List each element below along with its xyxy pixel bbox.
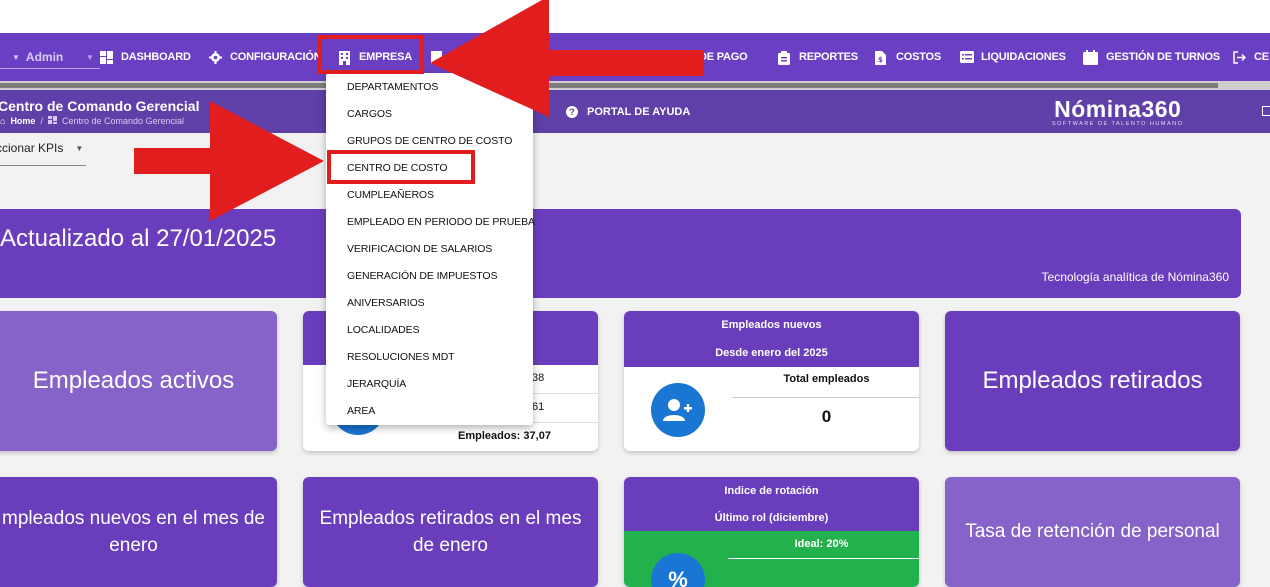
nav-dashboard-label: DASHBOARD: [121, 51, 191, 63]
card-partial-line3: Empleados: 37,07: [458, 430, 551, 442]
svg-text:$: $: [878, 56, 883, 64]
card-nuevos-mes-label: mpleados nuevos en el mes de enero: [2, 508, 265, 556]
card-empleados-retirados[interactable]: Empleados retirados: [945, 311, 1240, 451]
menu-item-cumpleaneros[interactable]: CUMPLEAÑEROS: [347, 189, 434, 201]
menu-item-generacion-impuestos[interactable]: GENERACIÓN DE IMPUESTOS: [347, 270, 497, 282]
user-dropdown[interactable]: ▼ Admin ▼: [0, 33, 100, 81]
main-navbar: ▼ Admin ▼ DASHBOARD CONFIGURACIÓN EMPRES…: [0, 33, 1270, 81]
help-portal-link[interactable]: ? PORTAL DE AYUDA: [566, 90, 690, 133]
menu-item-cargos[interactable]: CARGOS: [347, 108, 392, 120]
rotacion-ideal: Ideal: 20%: [794, 538, 849, 550]
nav-costos-label: COSTOS: [896, 51, 942, 63]
card-rotacion-subtitle: Último rol (diciembre): [714, 512, 829, 524]
nav-liquidaciones[interactable]: LIQUIDACIONES: [960, 33, 1066, 81]
chevron-down-icon: ▼: [12, 52, 20, 62]
menu-item-verificacion-salarios[interactable]: VERIFICACION DE SALARIOS: [347, 243, 492, 255]
breadcrumb-home[interactable]: Home: [10, 116, 35, 126]
nav-liquidaciones-label: LIQUIDACIONES: [981, 51, 1066, 63]
card-indice-rotacion[interactable]: Indice de rotación Último rol (diciembre…: [624, 477, 919, 587]
nav-dashboard[interactable]: DASHBOARD: [100, 33, 191, 81]
breadcrumb: ⌂ Home / Centro de Comando Gerencial: [0, 116, 184, 126]
dashboard-icon: [100, 50, 113, 64]
invoice-icon: $: [875, 50, 888, 65]
menu-item-periodo-prueba[interactable]: EMPLEADO EN PERIODO DE PRUEBA: [347, 216, 535, 228]
card-partial-line1: 38: [532, 372, 545, 384]
update-banner: Actualizado al 27/01/2025 Tecnología ana…: [0, 209, 1241, 298]
chevron-down-icon: ▼: [75, 143, 84, 153]
nav-cerrar[interactable]: CE: [1233, 33, 1269, 81]
breadcrumb-current: Centro de Comando Gerencial: [61, 116, 185, 126]
card-rotacion-title: Indice de rotación: [724, 485, 819, 497]
card-nuevos-total-value: 0: [821, 407, 832, 426]
add-user-icon: [651, 383, 705, 437]
dashboard-icon: [47, 116, 57, 126]
tech-credit: Tecnología analítica de Nómina360: [1041, 270, 1229, 284]
card-nuevos-subtitle: Desde enero del 2025: [715, 347, 828, 359]
menu-item-localidades[interactable]: LOCALIDADES: [347, 324, 420, 336]
menu-item-jerarquia[interactable]: JERARQUÍA: [347, 378, 406, 390]
menu-item-aniversarios[interactable]: ANIVERSARIOS: [347, 297, 425, 309]
card-retirados-mes-label: Empleados retirados en el mes de enero: [319, 508, 582, 556]
card-tasa-retencion[interactable]: Tasa de retención de personal: [945, 477, 1240, 587]
nav-configuracion[interactable]: CONFIGURACIÓN: [209, 33, 322, 81]
update-date: Actualizado al 27/01/2025: [0, 225, 277, 252]
nav-gestion-turnos[interactable]: GESTIÓN DE TURNOS: [1083, 33, 1220, 81]
menu-item-area[interactable]: AREA: [347, 405, 375, 417]
nav-scrollbar-thumb[interactable]: [0, 83, 1218, 88]
menu-item-grupos-centro-costo[interactable]: GRUPOS DE CENTRO DE COSTO: [347, 135, 512, 147]
card-partial-line2: 61: [532, 401, 545, 413]
document-icon: [431, 50, 444, 64]
card-empleados-nuevos[interactable]: Empleados nuevos Desde enero del 2025 To…: [624, 311, 919, 451]
brand-name: Nómina360: [1054, 96, 1182, 122]
nav-recibos-de-pago[interactable]: DE PAGO: [699, 33, 748, 81]
menu-item-resoluciones-mdt[interactable]: RESOLUCIONES MDT: [347, 351, 455, 363]
page-header-bar: Centro de Comando Gerencial ⌂ Home / Cen…: [0, 90, 1270, 133]
breadcrumb-separator: /: [40, 116, 43, 126]
nav-gestion-turnos-label: GESTIÓN DE TURNOS: [1106, 51, 1220, 63]
menu-item-departamentos[interactable]: DEPARTAMENTOS: [347, 81, 438, 93]
divider: [732, 397, 919, 398]
card-rotacion-head: Indice de rotación Último rol (diciembre…: [624, 477, 919, 531]
highlight-empresa: [318, 35, 424, 74]
nav-scrollbar[interactable]: [0, 81, 1270, 90]
list-icon: [960, 50, 974, 64]
user-name: Admin: [25, 50, 64, 64]
expand-icon[interactable]: [1262, 106, 1270, 116]
clipboard-icon: [778, 50, 791, 65]
card-nuevos-head: Empleados nuevos Desde enero del 2025: [624, 311, 919, 367]
card-retirados-mes[interactable]: Empleados retirados en el mes de enero: [303, 477, 598, 587]
kpi-select[interactable]: ccionar KPIs ▼: [0, 141, 83, 155]
home-icon: ⌂: [0, 116, 6, 126]
nav-cerrar-label: CE: [1254, 51, 1269, 63]
page-title: Centro de Comando Gerencial: [0, 98, 200, 114]
nav-reportes-label: REPORTES: [799, 51, 858, 63]
gear-icon: [209, 50, 222, 64]
card-empleados-activos[interactable]: Empleados activos: [0, 311, 277, 451]
card-empleados-retirados-label: Empleados retirados: [982, 367, 1203, 394]
chevron-down-icon: ▼: [86, 52, 94, 62]
calendar-icon: [1083, 49, 1098, 65]
card-empleados-activos-label: Empleados activos: [32, 367, 235, 394]
card-nuevos-total-label: Total empleados: [783, 373, 870, 385]
kpi-select-underline: [0, 165, 86, 166]
card-tasa-retencion-label: Tasa de retención de personal: [965, 521, 1220, 542]
brand-logo: Nómina360 SOFTWARE DE TALENTO HUMANO: [1052, 96, 1183, 127]
brand-tagline: SOFTWARE DE TALENTO HUMANO: [1052, 121, 1184, 127]
divider: [728, 558, 919, 559]
empresa-dropdown-menu: DEPARTAMENTOS CARGOS GRUPOS DE CENTRO DE…: [326, 73, 535, 425]
kpi-select-value: ccionar KPIs: [0, 141, 64, 155]
nav-recibos-label: DE PAGO: [699, 51, 748, 63]
nav-costos[interactable]: $ COSTOS: [875, 33, 941, 81]
help-icon: ?: [566, 105, 578, 118]
card-nuevos-title: Empleados nuevos: [721, 319, 822, 331]
highlight-centro-de-costo: [327, 150, 475, 184]
nav-configuracion-label: CONFIGURACIÓN: [230, 51, 322, 63]
top-white-strip: [0, 0, 1270, 33]
card-nuevos-mes[interactable]: mpleados nuevos en el mes de enero: [0, 477, 277, 587]
logout-icon: [1233, 50, 1247, 64]
help-portal-label: PORTAL DE AYUDA: [587, 105, 691, 118]
nav-reportes[interactable]: REPORTES: [778, 33, 858, 81]
user-underline: [0, 68, 100, 69]
